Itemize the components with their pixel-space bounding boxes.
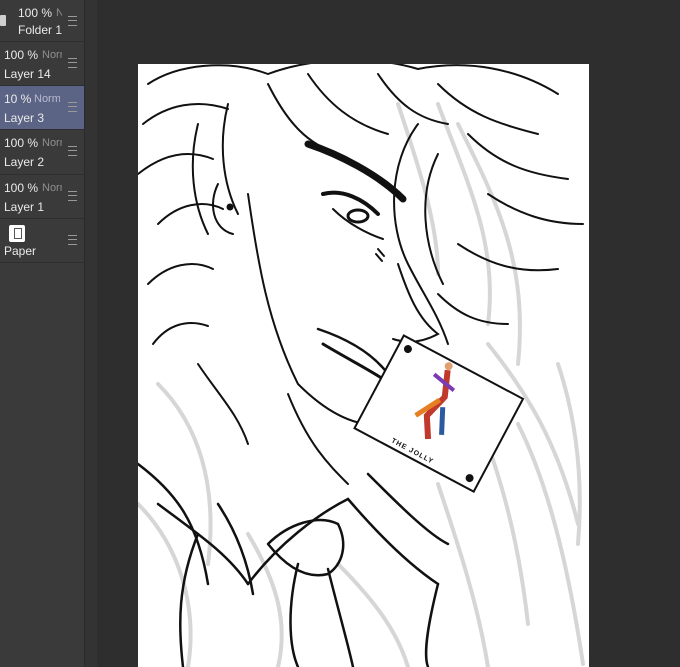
layer-blend-mode: Normal (56, 7, 62, 19)
layer-row-layer-14[interactable]: 100 % Normal Layer 14 (0, 42, 84, 86)
layer-blend-mode: Normal (42, 49, 62, 61)
layer-row-layer-3[interactable]: 10 % Normal Layer 3 (0, 86, 84, 130)
layer-opacity: 10 % (4, 92, 32, 106)
drag-handle-icon[interactable] (68, 191, 77, 201)
layer-blend-mode: Normal (42, 137, 62, 149)
paper-icon (9, 225, 25, 242)
drawing-canvas[interactable]: THE JOLLY (138, 64, 589, 667)
drag-handle-icon[interactable] (68, 235, 77, 245)
layer-name: Layer 2 (4, 155, 45, 169)
layers-panel: 100 % Normal Folder 1 100 % Normal Layer… (0, 0, 84, 667)
layer-blend-mode: Normal (42, 182, 62, 194)
folder-icon (0, 15, 6, 26)
layer-name: Layer 14 (4, 67, 51, 81)
drag-handle-icon[interactable] (68, 102, 77, 112)
drag-handle-icon[interactable] (68, 58, 77, 68)
layer-name: Layer 3 (4, 111, 45, 125)
layer-row-layer-2[interactable]: 100 % Normal Layer 2 (0, 130, 84, 175)
layer-opacity: 100 % (4, 136, 39, 150)
layer-row-paper[interactable]: Paper (0, 219, 84, 263)
panel-splitter[interactable] (84, 0, 98, 667)
layer-name: Folder 1 (18, 23, 63, 37)
lineart-illustration: THE JOLLY (138, 64, 585, 667)
layer-opacity: 100 % (4, 48, 39, 62)
drag-handle-icon[interactable] (68, 16, 77, 26)
layer-opacity: 100 % (4, 181, 39, 195)
drag-handle-icon[interactable] (68, 146, 77, 156)
layer-row-layer-1[interactable]: 100 % Normal Layer 1 (0, 175, 84, 219)
layer-name: Layer 1 (4, 200, 45, 214)
layer-opacity: 100 % (18, 6, 53, 20)
layer-blend-mode: Normal (34, 93, 60, 105)
layer-name: Paper (4, 244, 37, 258)
layer-row-folder-1[interactable]: 100 % Normal Folder 1 (0, 0, 84, 42)
